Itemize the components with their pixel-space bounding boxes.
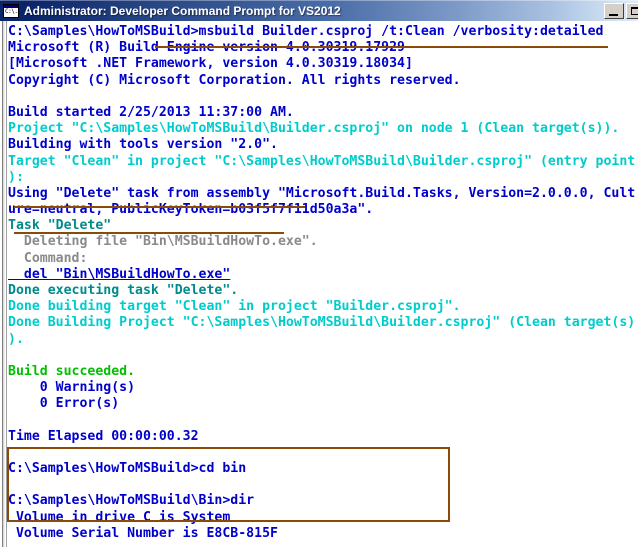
title-bar[interactable]: C:\. Administrator: Developer Command Pr… <box>0 0 638 21</box>
minimize-button[interactable] <box>604 3 624 19</box>
msbuild-command-underline <box>155 46 608 48</box>
console-line: Build succeeded. <box>8 363 136 379</box>
console-line: Time Elapsed 00:00:00.32 <box>8 428 199 444</box>
console-scrollbar-sliver[interactable] <box>2 21 5 547</box>
console-window-icon[interactable]: C:\. <box>3 3 19 18</box>
maximize-button[interactable] <box>626 3 638 19</box>
minimize-icon <box>609 14 618 16</box>
console-line: C:\Samples\HowToMSBuild\Bin>dir <box>8 493 255 509</box>
window-title: Administrator: Developer Command Prompt … <box>24 3 341 18</box>
console-line: [Microsoft .NET Framework, version 4.0.3… <box>8 56 413 72</box>
maximize-icon <box>631 7 638 15</box>
console-output-area[interactable]: C:\Samples\HowToMSBuild>msbuild Builder.… <box>0 21 638 547</box>
console-line: Using "Delete" task from assembly "Micro… <box>8 185 636 201</box>
console-line: 0 Error(s) <box>8 396 120 412</box>
console-line: Done executing task "Delete". <box>8 283 239 298</box>
console-line: Volume Serial Number is E8CB-815F <box>8 525 278 541</box>
console-line: Done Building Project "C:\Samples\HowToM… <box>8 315 636 331</box>
deleting-file-underline <box>14 206 305 208</box>
console-line: C:\Samples\HowToMSBuild>msbuild Builder.… <box>8 24 604 39</box>
console-line: Deleting file "Bin\MSBuildHowTo.exe". <box>8 234 318 250</box>
console-line: Command: <box>8 250 88 266</box>
console-line: Build started 2/25/2013 11:37:00 AM. <box>8 104 294 120</box>
console-line: Done building target "Clean" in project … <box>8 299 461 315</box>
del-command-underline <box>14 232 284 234</box>
console-text-buffer: C:\Samples\HowToMSBuild>msbuild Builder.… <box>8 24 638 547</box>
console-line: Volume in drive C is System <box>8 509 231 525</box>
console-line: ). <box>8 331 24 347</box>
console-line: 0 Warning(s) <box>8 380 136 396</box>
console-line: Project "C:\Samples\HowToMSBuild\Builder… <box>8 121 620 137</box>
console-line: C:\Samples\HowToMSBuild>cd bin <box>8 461 247 477</box>
console-line: Building with tools version "2.0". <box>8 137 278 153</box>
console-line: del "Bin\MSBuildHowTo.exe" <box>8 266 231 282</box>
console-line: Copyright (C) Microsoft Corporation. All… <box>8 72 461 88</box>
console-line: ure=neutral, PublicKeyToken=b03f5f7f11d5… <box>8 202 374 218</box>
console-line: Microsoft (R) Build Engine version 4.0.3… <box>8 40 405 56</box>
console-icon-prompt-glyph: C:\. <box>5 7 18 15</box>
console-left-rail <box>0 21 7 547</box>
console-line: Target "Clean" in project "C:\Samples\Ho… <box>8 153 636 169</box>
command-prompt-window: C:\. Administrator: Developer Command Pr… <box>0 0 638 547</box>
console-line: ): <box>8 169 24 185</box>
window-controls <box>604 3 638 19</box>
